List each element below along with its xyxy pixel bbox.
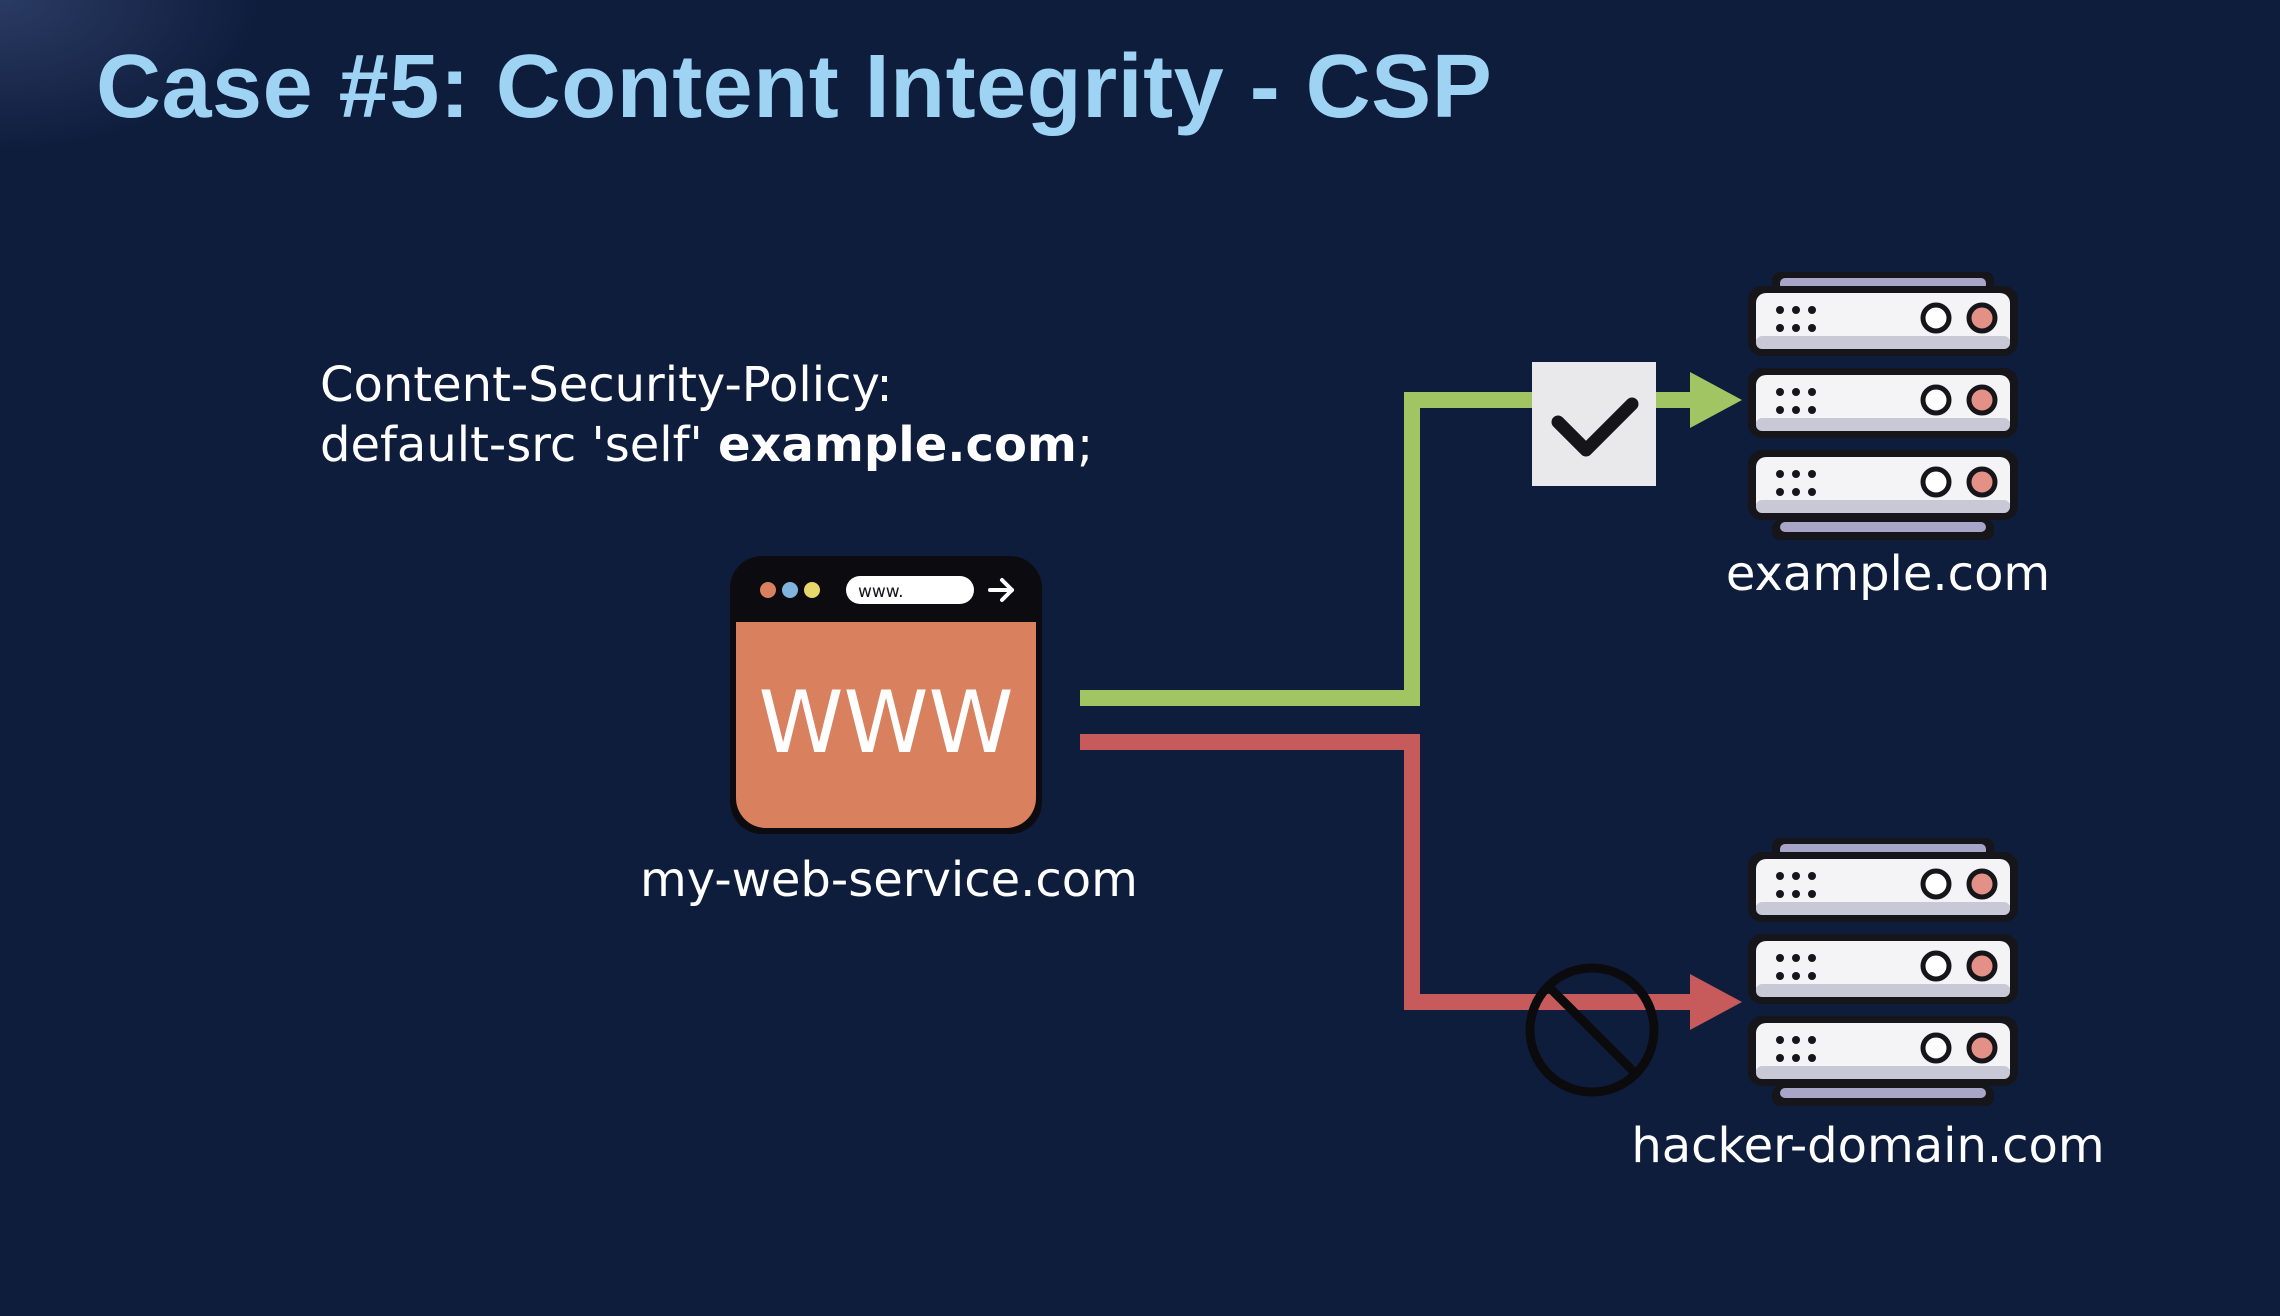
blocked-arrow-head bbox=[1690, 974, 1742, 1030]
blocked-connection-line bbox=[1080, 734, 1694, 1010]
allowed-server-icon bbox=[1748, 272, 2018, 540]
allowed-arrow-head bbox=[1690, 372, 1742, 428]
blocked-server-icon bbox=[1748, 838, 2018, 1106]
hacker-domain-label: hacker-domain.com bbox=[1631, 1118, 2105, 1174]
check-icon bbox=[1532, 362, 1656, 486]
my-web-service-label: my-web-service.com bbox=[640, 852, 1138, 908]
www-logo-text: WWW bbox=[758, 673, 1013, 773]
example-com-label: example.com bbox=[1725, 546, 2051, 602]
no-entry-icon bbox=[1525, 963, 1659, 1097]
browser-window-icon: www. WWW bbox=[730, 556, 1042, 834]
address-bar-text: www. bbox=[858, 582, 904, 602]
